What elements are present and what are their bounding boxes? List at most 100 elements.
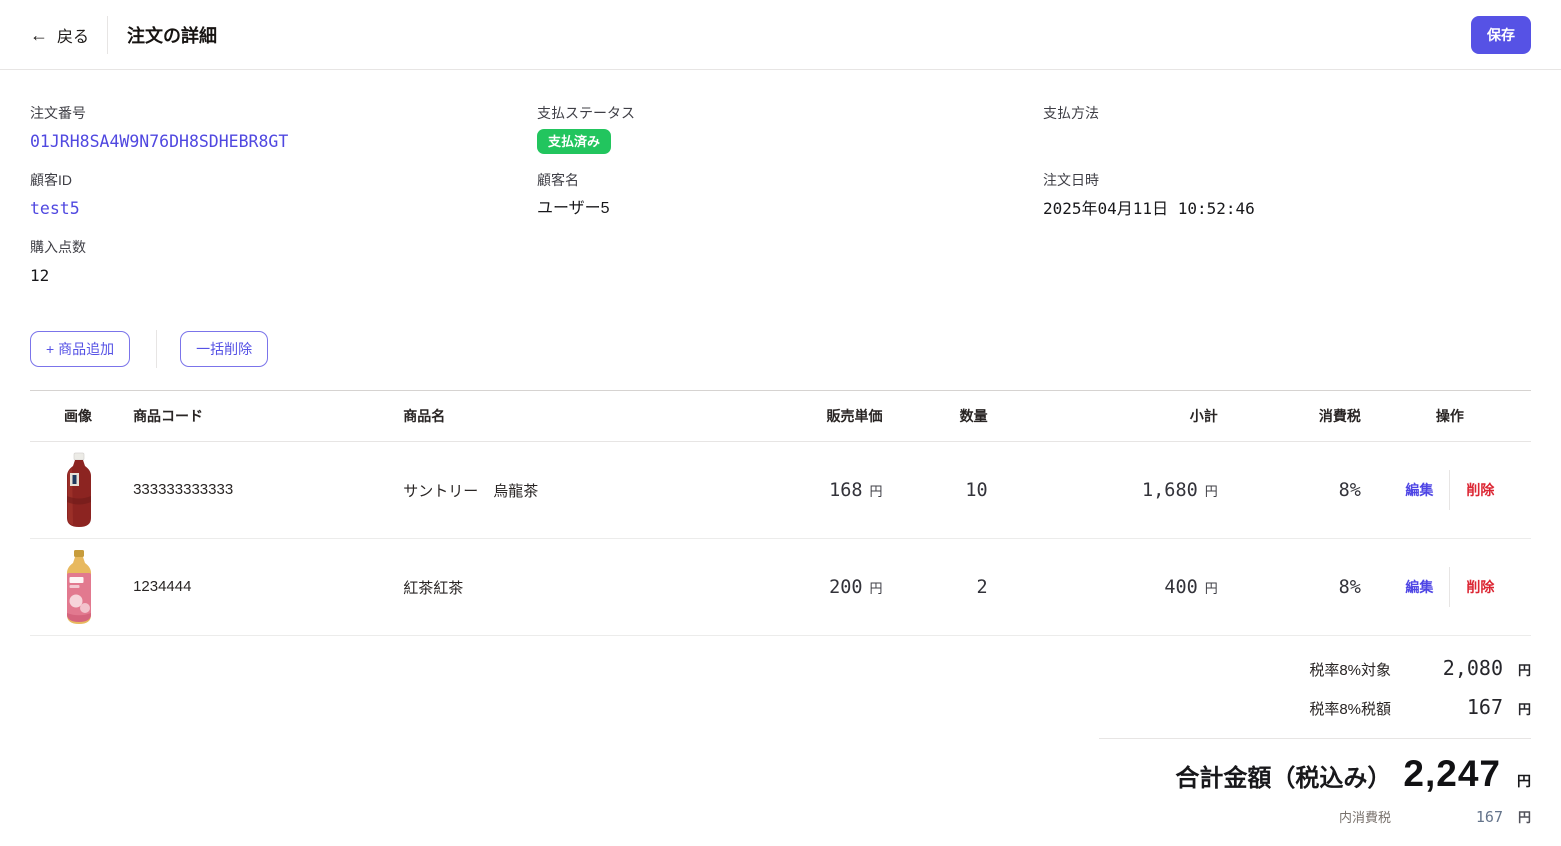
product-name-cell: 紅茶紅茶 bbox=[395, 539, 760, 636]
col-header-operations: 操作 bbox=[1369, 391, 1531, 442]
yen-suffix: 円 bbox=[1205, 581, 1218, 596]
order-detail-page: ← 戻る 注文の詳細 保存 注文番号 01JRH8SA4W9N76DH8SDHE… bbox=[0, 0, 1561, 846]
payment-status-field: 支払ステータス 支払済み bbox=[537, 104, 1043, 154]
header-divider bbox=[107, 16, 108, 54]
oolong-tea-bottle-image bbox=[56, 452, 102, 528]
order-info-section: 注文番号 01JRH8SA4W9N76DH8SDHEBR8GT 支払ステータス … bbox=[30, 104, 1531, 288]
item-count-label: 購入点数 bbox=[30, 238, 537, 257]
customer-id-field: 顧客ID test5 bbox=[30, 171, 537, 221]
order-number-label: 注文番号 bbox=[30, 104, 537, 123]
grand-total-label: 合計金額（税込み） bbox=[1175, 758, 1391, 793]
subtotal-value: 400 bbox=[1164, 577, 1197, 598]
payment-status-badge: 支払済み bbox=[537, 129, 611, 154]
customer-id-value: test5 bbox=[30, 198, 537, 220]
product-code-cell: 333333333333 bbox=[125, 442, 395, 539]
save-button[interactable]: 保存 bbox=[1471, 16, 1531, 54]
tax-cell: 8% bbox=[1226, 442, 1369, 539]
back-arrow-icon: ← bbox=[30, 26, 48, 44]
operations-wrap: 編集 削除 bbox=[1377, 470, 1523, 510]
product-image-cell bbox=[30, 539, 125, 636]
operations-wrap: 編集 削除 bbox=[1377, 567, 1523, 607]
yen-suffix: 円 bbox=[1503, 807, 1531, 826]
product-image-cell bbox=[30, 442, 125, 539]
table-header-row: 画像 商品コード 商品名 販売単価 数量 小計 消費税 操作 bbox=[30, 391, 1531, 442]
tax8-amount-value: 167 bbox=[1391, 695, 1503, 719]
col-header-code: 商品コード bbox=[125, 391, 395, 442]
payment-method-label: 支払方法 bbox=[1043, 104, 1531, 123]
unit-price-value: 168 bbox=[829, 480, 862, 501]
unit-price-value: 200 bbox=[829, 577, 862, 598]
operations-divider bbox=[1449, 470, 1450, 510]
order-datetime-value: 2025年04月11日 10:52:46 bbox=[1043, 198, 1531, 220]
totals-divider bbox=[1099, 738, 1531, 739]
top-bar-left: ← 戻る 注文の詳細 bbox=[30, 16, 217, 54]
customer-name-label: 顧客名 bbox=[537, 171, 1043, 190]
yen-suffix: 円 bbox=[1205, 484, 1218, 499]
product-code: 1234444 bbox=[133, 578, 191, 595]
tax8-base-row: 税率8%対象 2,080 円 bbox=[1309, 656, 1531, 680]
tax8-amount-row: 税率8%税額 167 円 bbox=[1309, 695, 1531, 719]
edit-link[interactable]: 編集 bbox=[1405, 480, 1433, 500]
item-count-value: 12 bbox=[30, 265, 537, 287]
product-code: 333333333333 bbox=[133, 481, 233, 498]
grid-spacer bbox=[1043, 238, 1531, 288]
col-header-tax: 消費税 bbox=[1226, 391, 1369, 442]
item-count-field: 購入点数 12 bbox=[30, 238, 537, 288]
top-bar: ← 戻る 注文の詳細 保存 bbox=[0, 0, 1561, 70]
product-name-cell: サントリー 烏龍茶 bbox=[395, 442, 760, 539]
actions-divider bbox=[156, 330, 157, 368]
page-title: 注文の詳細 bbox=[127, 22, 217, 48]
totals-section: 税率8%対象 2,080 円 税率8%税額 167 円 合計金額（税込み） 2,… bbox=[30, 656, 1531, 846]
col-header-subtotal: 小計 bbox=[996, 391, 1226, 442]
qty-cell: 10 bbox=[891, 442, 996, 539]
subtotal-cell: 400 円 bbox=[996, 539, 1226, 636]
product-name: サントリー 烏龍茶 bbox=[403, 483, 538, 500]
col-header-qty: 数量 bbox=[891, 391, 996, 442]
edit-link[interactable]: 編集 bbox=[1405, 577, 1433, 597]
payment-method-field: 支払方法 bbox=[1043, 104, 1531, 154]
customer-name-value: ユーザー5 bbox=[537, 198, 1043, 220]
payment-status-label: 支払ステータス bbox=[537, 104, 1043, 123]
included-tax-row: 内消費税 167 円 bbox=[1339, 807, 1531, 826]
tax8-base-label: 税率8%対象 bbox=[1309, 659, 1391, 680]
table-row: 333333333333 サントリー 烏龍茶 168 円 10 1,680円 bbox=[30, 442, 1531, 539]
operations-divider bbox=[1449, 567, 1450, 607]
qty-cell: 2 bbox=[891, 539, 996, 636]
order-items-table: 画像 商品コード 商品名 販売単価 数量 小計 消費税 操作 bbox=[30, 390, 1531, 636]
back-label: 戻る bbox=[57, 23, 89, 47]
delete-link[interactable]: 削除 bbox=[1466, 480, 1494, 500]
yen-suffix: 円 bbox=[870, 484, 883, 499]
yen-suffix: 円 bbox=[1503, 699, 1531, 718]
col-header-image: 画像 bbox=[30, 391, 125, 442]
col-header-name: 商品名 bbox=[395, 391, 760, 442]
subtotal-cell: 1,680円 bbox=[996, 442, 1226, 539]
bulk-delete-button[interactable]: 一括削除 bbox=[180, 331, 268, 367]
included-tax-label: 内消費税 bbox=[1339, 807, 1391, 826]
order-number-field: 注文番号 01JRH8SA4W9N76DH8SDHEBR8GT bbox=[30, 104, 537, 154]
product-actions-row: + 商品追加 一括削除 bbox=[30, 330, 1531, 368]
tax8-base-value: 2,080 bbox=[1391, 656, 1503, 680]
yen-suffix: 円 bbox=[870, 581, 883, 596]
operations-cell: 編集 削除 bbox=[1369, 442, 1531, 539]
add-product-button[interactable]: + 商品追加 bbox=[30, 331, 130, 367]
customer-id-label: 顧客ID bbox=[30, 171, 537, 190]
grand-total-value: 2,247 bbox=[1403, 753, 1501, 795]
product-name: 紅茶紅茶 bbox=[403, 580, 463, 597]
qty-value: 10 bbox=[965, 480, 987, 501]
tax-cell: 8% bbox=[1226, 539, 1369, 636]
order-datetime-label: 注文日時 bbox=[1043, 171, 1531, 190]
grand-total-row: 合計金額（税込み） 2,247 円 bbox=[1175, 753, 1531, 795]
operations-cell: 編集 削除 bbox=[1369, 539, 1531, 636]
col-header-unit-price: 販売単価 bbox=[760, 391, 890, 442]
delete-link[interactable]: 削除 bbox=[1466, 577, 1494, 597]
customer-name-field: 顧客名 ユーザー5 bbox=[537, 171, 1043, 221]
tax8-amount-label: 税率8%税額 bbox=[1309, 698, 1391, 719]
table-row: 1234444 紅茶紅茶 200 円 2 400 円 8% bbox=[30, 539, 1531, 636]
yen-suffix: 円 bbox=[1501, 771, 1531, 791]
qty-value: 2 bbox=[976, 577, 987, 598]
back-button[interactable]: ← 戻る bbox=[30, 23, 89, 47]
unit-price-cell: 200 円 bbox=[760, 539, 890, 636]
tax-value: 8% bbox=[1339, 577, 1361, 598]
tax-value: 8% bbox=[1339, 480, 1361, 501]
table-header: 画像 商品コード 商品名 販売単価 数量 小計 消費税 操作 bbox=[30, 391, 1531, 442]
